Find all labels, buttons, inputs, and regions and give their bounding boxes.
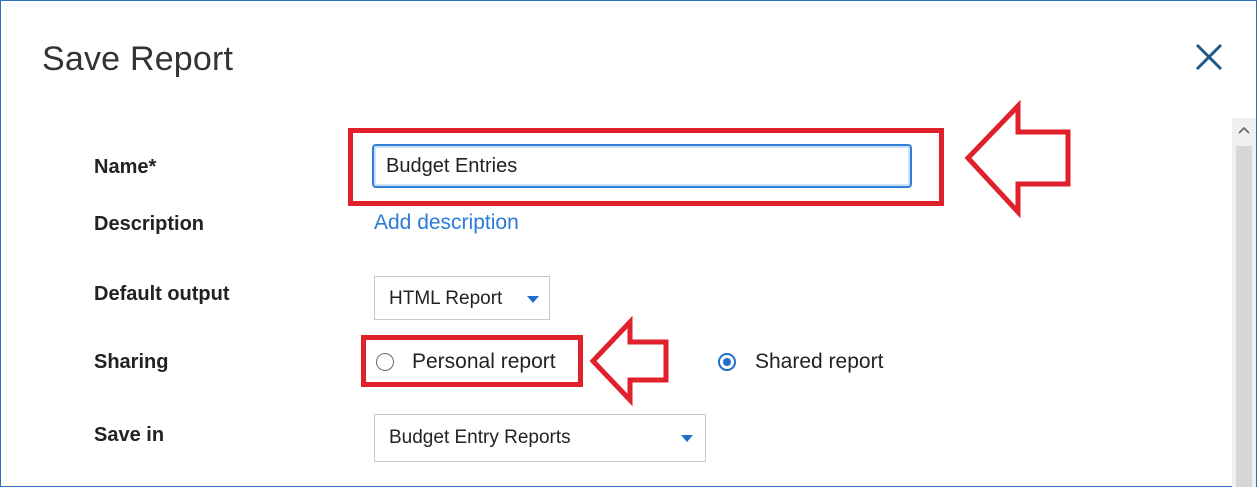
add-description-link[interactable]: Add description	[374, 211, 519, 235]
arrow-left-icon	[964, 99, 1071, 219]
name-label: Name*	[94, 156, 157, 178]
radio-shared-report[interactable]: Shared report	[718, 348, 908, 378]
default-output-label: Default output	[94, 283, 230, 305]
save-in-value: Budget Entry Reports	[389, 427, 571, 448]
scrollbar-thumb[interactable]	[1236, 146, 1252, 487]
radio-checked-icon	[718, 353, 736, 371]
vertical-scrollbar[interactable]	[1232, 118, 1256, 487]
default-output-value: HTML Report	[389, 288, 503, 309]
dialog-title: Save Report	[42, 40, 234, 78]
shared-report-label: Shared report	[755, 350, 884, 373]
save-in-select[interactable]: Budget Entry Reports	[374, 414, 706, 462]
close-icon[interactable]	[1192, 40, 1226, 74]
save-in-label: Save in	[94, 424, 165, 446]
default-output-select[interactable]: HTML Report	[374, 276, 550, 320]
chevron-down-icon	[681, 435, 693, 442]
scroll-up-icon[interactable]	[1232, 118, 1256, 142]
annotation-highlight-personal	[361, 335, 583, 387]
sharing-label: Sharing	[94, 351, 169, 373]
description-label: Description	[94, 213, 205, 235]
arrow-left-icon	[589, 316, 669, 406]
chevron-down-icon	[527, 296, 539, 303]
annotation-highlight-name	[348, 128, 944, 206]
